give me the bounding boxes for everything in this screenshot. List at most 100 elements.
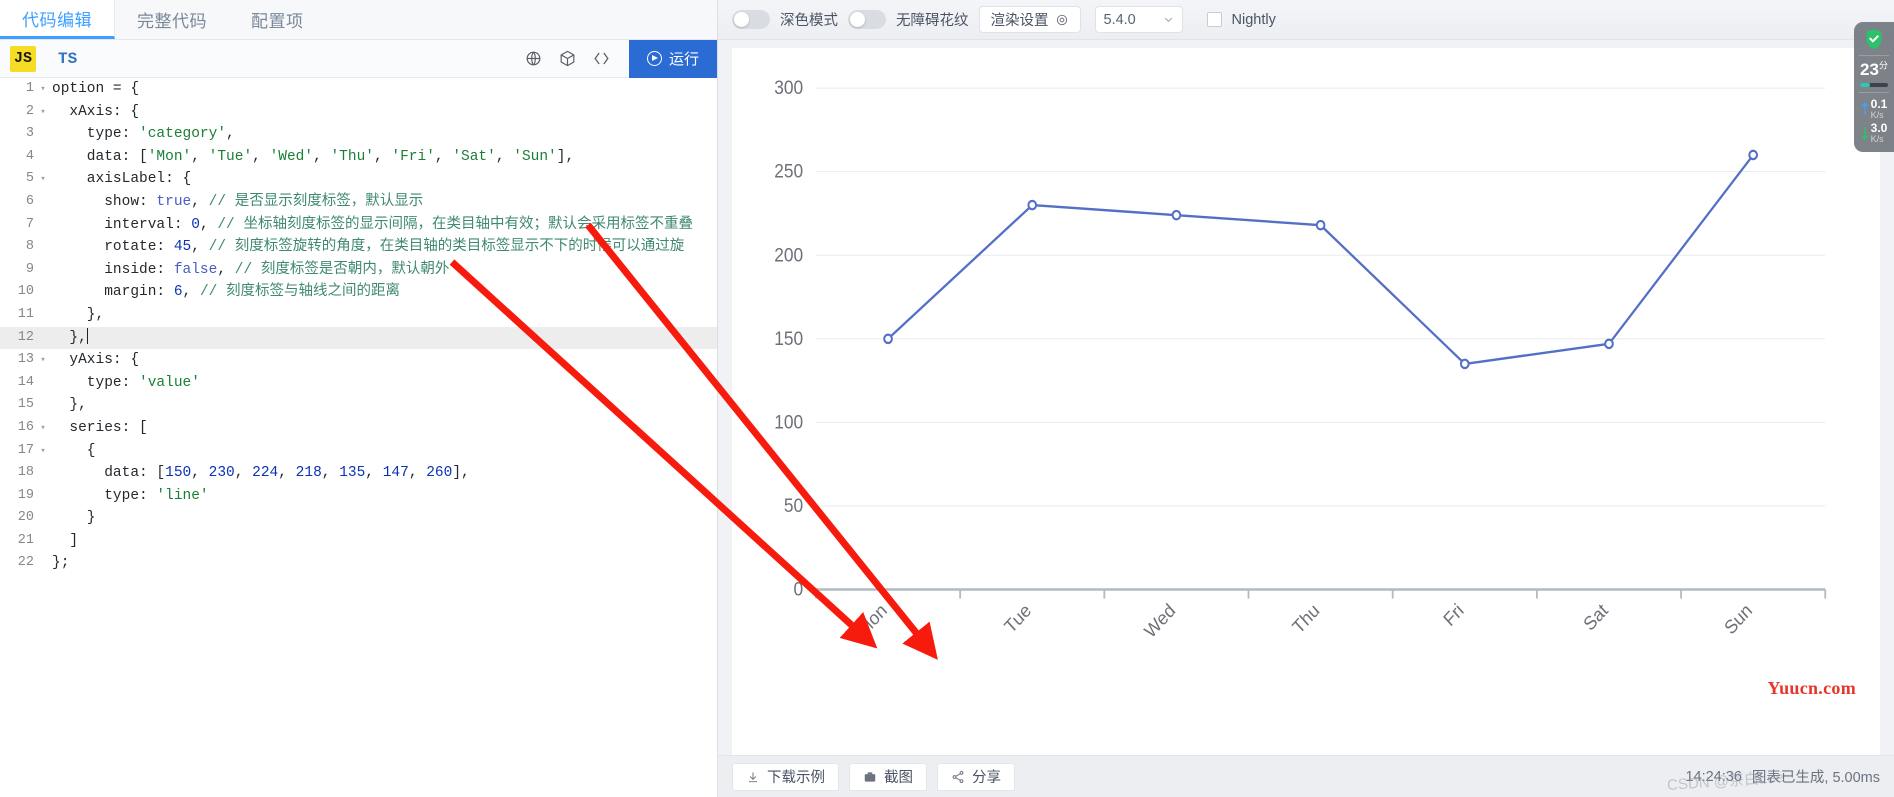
download-icon (748, 771, 758, 782)
fold-toggle-icon (38, 394, 48, 417)
code-line: 13 ▾ yAxis: { (0, 349, 717, 372)
line-number: 6 (25, 193, 34, 209)
code-line: 20 } (0, 507, 717, 530)
render-settings-label: 渲染设置 (990, 13, 1049, 29)
line-number: 7 (25, 216, 34, 232)
editor-tabbar: 代码编辑 完整代码 配置项 (0, 0, 717, 40)
code-line-text: margin: 6, // 刻度标签与轴线之间的距离 (52, 284, 401, 301)
y-axis-tick-label: 300 (774, 77, 803, 98)
line-number: 19 (17, 487, 34, 503)
version-select[interactable]: 5.4.0 (1094, 6, 1183, 33)
download-example-label: 下载示例 (767, 770, 825, 786)
code-line: 6 show: true, // 是否显示刻度标签，默认显示 (0, 191, 717, 214)
tab-full-code-label: 完整代码 (137, 12, 207, 31)
fold-toggle-icon (38, 236, 48, 259)
code-line-text: }; (52, 555, 70, 572)
widget-download-row: 3.0 K/s (1861, 122, 1887, 144)
fold-toggle-icon (38, 304, 48, 327)
text-caret (86, 327, 88, 344)
series-point[interactable] (1748, 149, 1758, 161)
line-number: 4 (25, 148, 34, 164)
tab-code-edit-label: 代码编辑 (22, 10, 92, 30)
dark-mode-toggle[interactable] (732, 10, 770, 29)
line-number: 1 (25, 81, 34, 96)
series-point[interactable] (1459, 358, 1470, 370)
code-line-text: }, (52, 306, 105, 323)
code-line-text: option = { (52, 81, 140, 97)
fold-toggle-icon[interactable]: ▾ (38, 440, 48, 463)
chart-preview-pane: 深色模式 无障碍花纹 渲染设置 5.4.0 Nightly 0 50 100 150 2… (718, 0, 1894, 797)
network-monitor-widget[interactable]: 23分 0.1 K/s 3.0 K/s (1854, 22, 1894, 153)
lang-js-badge[interactable]: JS (10, 45, 36, 72)
code-line-text: rotate: 45, // 刻度标签旋转的角度，在类目轴的类目标签显示不下的时… (52, 239, 685, 256)
line-number: 16 (17, 419, 34, 435)
y-axis-tick-label: 0 (794, 579, 804, 600)
fold-toggle-icon (38, 146, 48, 169)
widget-upload-value: 0.1 (1870, 97, 1888, 111)
line-number: 2 (25, 103, 34, 119)
code-line: 14 type: 'value' (0, 372, 717, 395)
tab-code-edit[interactable]: 代码编辑 (0, 0, 115, 39)
screenshot-button[interactable]: 截图 (849, 762, 927, 791)
code-text-area[interactable]: 1 ▾ option = {2 ▾ xAxis: {3 type: 'category… (0, 78, 717, 797)
render-settings-button[interactable]: 渲染设置 (978, 6, 1081, 33)
dark-mode-label: 深色模式 (780, 13, 838, 29)
line-number: 15 (17, 397, 34, 413)
code-line-text: } (52, 510, 96, 527)
code-line: 17 ▾ { (0, 440, 717, 463)
code-line: 8 rotate: 45, // 刻度标签旋转的角度，在类目轴的类目标签显示不下… (0, 236, 717, 259)
code-line: 18 data: [150, 230, 224, 218, 135, 147, … (0, 462, 717, 485)
series-point[interactable] (1027, 199, 1038, 211)
tab-config-options[interactable]: 配置项 (229, 0, 326, 39)
y-axis-tick-label: 200 (774, 245, 803, 266)
chevron-down-icon (1164, 17, 1172, 22)
accessibility-toggle[interactable] (848, 10, 886, 29)
line-number: 20 (17, 510, 34, 526)
sphere-icon[interactable] (517, 44, 551, 74)
nightly-checkbox[interactable] (1206, 12, 1222, 27)
series-point[interactable] (1171, 209, 1182, 221)
y-axis-tick-label: 250 (774, 161, 803, 182)
fold-toggle-icon (38, 259, 48, 282)
widget-score-value: 23 (1860, 60, 1879, 79)
y-axis-tick-label: 100 (774, 412, 803, 433)
chart-canvas[interactable]: 0 50 100 150 200 250 300 Mon Tue Wed Thu Fri Sat Sun … (732, 48, 1880, 755)
fold-toggle-icon (38, 191, 48, 214)
line-number: 13 (17, 352, 34, 368)
code-brackets-icon[interactable] (585, 44, 619, 74)
code-line-text: xAxis: { (52, 103, 140, 120)
x-axis-tick-label: Fri (1440, 600, 1468, 630)
code-line: 7 interval: 0, // 坐标轴刻度标签的显示间隔，在类目轴中有效；默… (0, 214, 717, 237)
run-button[interactable]: 运行 (628, 39, 717, 78)
arrow-up-icon (1861, 102, 1869, 116)
fold-toggle-icon[interactable]: ▾ (38, 168, 48, 191)
gear-icon (1056, 14, 1067, 25)
series-point[interactable] (1315, 219, 1326, 231)
share-icon (952, 770, 964, 783)
series-point[interactable] (1604, 338, 1614, 350)
widget-divider-2 (1859, 92, 1889, 93)
fold-toggle-icon[interactable]: ▾ (38, 101, 48, 124)
share-label: 分享 (972, 770, 1001, 786)
code-line: 19 type: 'line' (0, 485, 717, 508)
series-point[interactable] (883, 333, 893, 345)
editor-toolbar: JS TS 运行 (0, 39, 717, 78)
cube-icon[interactable] (551, 44, 585, 74)
y-axis-tick-label: 150 (774, 328, 803, 349)
fold-toggle-icon[interactable]: ▾ (38, 78, 48, 101)
tab-full-code[interactable]: 完整代码 (115, 0, 229, 39)
code-line-text: series: [ (52, 419, 148, 436)
line-number: 18 (17, 465, 34, 481)
lang-ts-button[interactable]: TS (58, 50, 77, 68)
x-axis-tick-label: Wed (1141, 600, 1179, 642)
widget-score-bar (1860, 83, 1888, 87)
x-axis-tick-label: Sun (1721, 600, 1756, 639)
x-axis-tick-label: Mon (853, 600, 890, 641)
fold-toggle-icon[interactable]: ▾ (38, 349, 48, 372)
share-button[interactable]: 分享 (937, 762, 1015, 791)
fold-toggle-icon[interactable]: ▾ (38, 417, 48, 440)
watermark-yuucn: Yuucn.com (1767, 678, 1856, 698)
fold-toggle-icon (38, 327, 48, 350)
download-example-button[interactable]: 下载示例 (732, 762, 839, 791)
shield-check-icon (1864, 28, 1884, 50)
